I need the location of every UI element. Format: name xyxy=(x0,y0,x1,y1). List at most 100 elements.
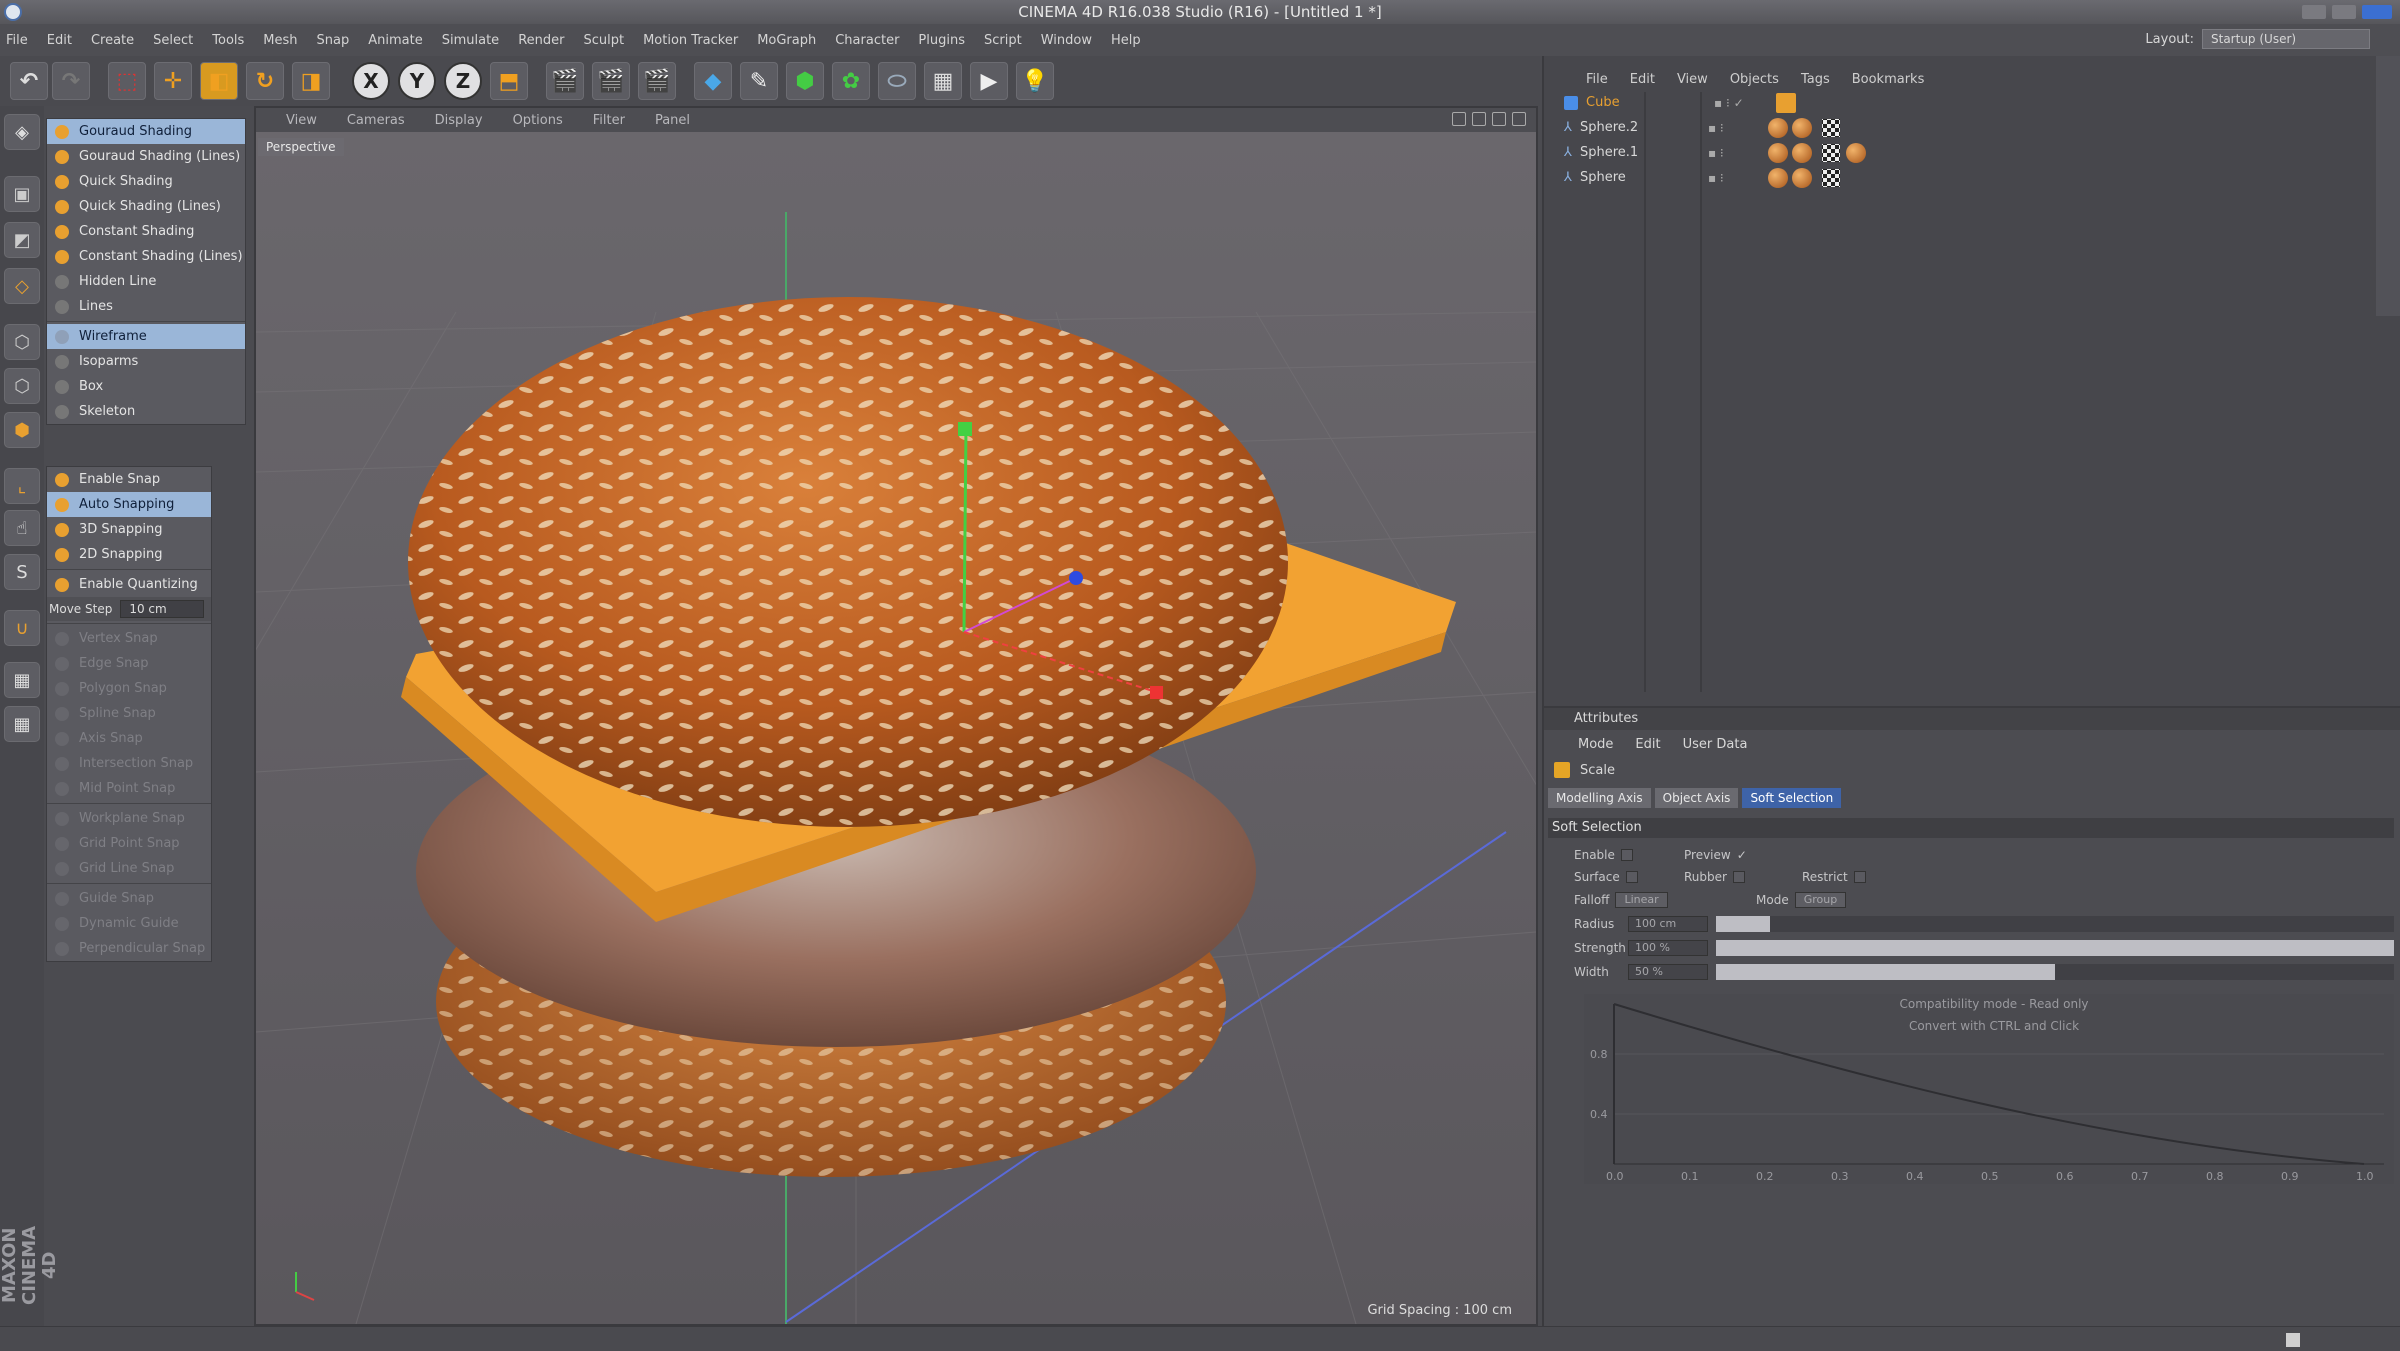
enable-axis-icon[interactable]: ⌞ xyxy=(4,468,40,504)
texture-tag-icon[interactable] xyxy=(1821,168,1840,187)
tweak-mode-icon[interactable]: ☝ xyxy=(4,510,40,546)
menu-item-3d-snapping[interactable]: 3D Snapping xyxy=(47,517,211,542)
workplane-mode-icon[interactable]: ◇ xyxy=(4,268,40,304)
menu-item-gouraud-shading-lines[interactable]: Gouraud Shading (Lines) xyxy=(47,144,245,169)
texture-mode-icon[interactable]: ◩ xyxy=(4,222,40,258)
falloff-dropdown[interactable]: Linear xyxy=(1615,892,1668,908)
material-tag-icon[interactable] xyxy=(1791,167,1812,188)
edges-mode-icon[interactable]: ⬡ xyxy=(4,368,40,404)
menu-item-box[interactable]: Box xyxy=(47,374,245,399)
object-row-sphere-1[interactable]: ⅄ Sphere.1 ▪ ⁝ xyxy=(1564,140,2390,165)
viewport-menu-view[interactable]: View xyxy=(286,113,317,128)
menu-item-spline-snap[interactable]: Spline Snap xyxy=(47,701,211,726)
restrict-checkbox[interactable] xyxy=(1853,871,1866,883)
snap-icon[interactable]: ∪ xyxy=(4,610,40,646)
menu-item-polygon-snap[interactable]: Polygon Snap xyxy=(47,676,211,701)
camera-icon[interactable]: ▶ xyxy=(970,62,1008,100)
menu-snap[interactable]: Snap xyxy=(317,33,350,48)
objmgr-menu-bookmarks[interactable]: Bookmarks xyxy=(1852,72,1925,87)
menu-item-axis-snap[interactable]: Axis Snap xyxy=(47,726,211,751)
material-tag-icon[interactable] xyxy=(1767,142,1788,163)
menu-window[interactable]: Window xyxy=(1041,33,1092,48)
menu-item-quick-shading-lines[interactable]: Quick Shading (Lines) xyxy=(47,194,245,219)
texture-tag-icon[interactable] xyxy=(1821,143,1840,162)
render-view-icon[interactable]: 🎬 xyxy=(546,62,584,100)
preview-checkbox[interactable]: ✓ xyxy=(1737,848,1747,862)
material-tag-icon[interactable] xyxy=(1791,117,1812,138)
menu-item-quick-shading[interactable]: Quick Shading xyxy=(47,169,245,194)
mograph-cloner-icon[interactable]: ✿ xyxy=(832,62,870,100)
menu-item-skeleton[interactable]: Skeleton xyxy=(47,399,245,424)
material-tag-icon[interactable] xyxy=(1791,142,1812,163)
pan-icon[interactable] xyxy=(1452,112,1466,126)
menu-create[interactable]: Create xyxy=(91,33,134,48)
menu-item-enable-snap[interactable]: Enable Snap xyxy=(47,467,211,492)
menu-render[interactable]: Render xyxy=(518,33,564,48)
rotate-tool-icon[interactable]: ↻ xyxy=(246,62,284,100)
objmgr-menu-file[interactable]: File xyxy=(1586,72,1608,87)
objmgr-menu-objects[interactable]: Objects xyxy=(1730,72,1779,87)
material-tag-icon[interactable] xyxy=(1776,92,1796,113)
surface-checkbox[interactable] xyxy=(1625,871,1638,883)
menu-item-lines[interactable]: Lines xyxy=(47,294,245,319)
scale-tool-icon[interactable]: ◧ xyxy=(200,62,238,100)
deformer-icon[interactable]: ⬭ xyxy=(878,62,916,100)
y-axis-lock-button[interactable]: Y xyxy=(398,62,436,100)
menu-item-intersection-snap[interactable]: Intersection Snap xyxy=(47,751,211,776)
object-row-cube[interactable]: Cube ▪ ⁝ ✓ xyxy=(1564,90,2390,115)
visibility-toggles[interactable]: ▪ ⁝ xyxy=(1708,121,1768,135)
menu-motion-tracker[interactable]: Motion Tracker xyxy=(643,33,738,48)
points-mode-icon[interactable]: ⬡ xyxy=(4,324,40,360)
rubber-checkbox[interactable] xyxy=(1732,871,1745,883)
menu-select[interactable]: Select xyxy=(153,33,193,48)
menu-item-dynamic-guide[interactable]: Dynamic Guide xyxy=(47,911,211,936)
objmgr-menu-edit[interactable]: Edit xyxy=(1630,72,1655,87)
viewport-menu-cameras[interactable]: Cameras xyxy=(347,113,405,128)
menu-item-grid-line-snap[interactable]: Grid Line Snap xyxy=(47,856,211,881)
polygons-mode-icon[interactable]: ⬢ xyxy=(4,412,40,448)
viewport-menu-panel[interactable]: Panel xyxy=(655,113,690,128)
menu-item-vertex-snap[interactable]: Vertex Snap xyxy=(47,626,211,651)
move-tool-icon[interactable]: ✛ xyxy=(154,62,192,100)
render-settings-icon[interactable]: 🎬 xyxy=(638,62,676,100)
menu-item-wireframe[interactable]: Wireframe xyxy=(47,324,245,349)
menu-item-enable-quantizing[interactable]: Enable Quantizing xyxy=(47,572,211,597)
floor-environment-icon[interactable]: ▦ xyxy=(924,62,962,100)
subdivision-surface-icon[interactable]: ⬢ xyxy=(786,62,824,100)
viewport-scene[interactable] xyxy=(256,132,1536,1324)
perspective-viewport[interactable]: View Cameras Display Options Filter Pane… xyxy=(254,106,1538,1326)
render-picture-viewer-icon[interactable]: 🎬 xyxy=(592,62,630,100)
model-mode-icon[interactable]: ▣ xyxy=(4,176,40,212)
menu-item-gouraud-shading[interactable]: Gouraud Shading xyxy=(47,119,245,144)
visibility-toggles[interactable]: ▪ ⁝ xyxy=(1708,146,1768,160)
menu-mesh[interactable]: Mesh xyxy=(263,33,297,48)
object-row-sphere[interactable]: ⅄ Sphere ▪ ⁝ xyxy=(1564,165,2390,190)
menu-script[interactable]: Script xyxy=(984,33,1022,48)
menu-mograph[interactable]: MoGraph xyxy=(757,33,816,48)
menu-item-hidden-line[interactable]: Hidden Line xyxy=(47,269,245,294)
radius-input[interactable]: 100 cm xyxy=(1628,916,1708,932)
material-tag-icon[interactable] xyxy=(1845,142,1866,163)
menu-file[interactable]: File xyxy=(6,33,28,48)
strength-input[interactable]: 100 % xyxy=(1628,940,1708,956)
cube-primitive-icon[interactable]: ◆ xyxy=(694,62,732,100)
menu-tools[interactable]: Tools xyxy=(212,33,244,48)
undo-icon[interactable]: ↶ xyxy=(10,62,48,100)
pen-spline-icon[interactable]: ✎ xyxy=(740,62,778,100)
attr-menu-mode[interactable]: Mode xyxy=(1578,737,1613,752)
mode-dropdown[interactable]: Group xyxy=(1794,892,1847,908)
camera-label[interactable]: Perspective xyxy=(258,138,344,156)
menu-item-mid-point-snap[interactable]: Mid Point Snap xyxy=(47,776,211,801)
menu-help[interactable]: Help xyxy=(1111,33,1141,48)
attr-menu-edit[interactable]: Edit xyxy=(1635,737,1660,752)
width-slider[interactable] xyxy=(1716,964,2394,980)
visibility-toggles[interactable]: ▪ ⁝ xyxy=(1708,171,1768,185)
tab-soft-selection[interactable]: Soft Selection xyxy=(1742,788,1842,808)
menu-item-auto-snapping[interactable]: Auto Snapping xyxy=(47,492,211,517)
attr-menu-user-data[interactable]: User Data xyxy=(1683,737,1748,752)
workplane-lock-icon[interactable]: ▦ xyxy=(4,662,40,698)
maximize-view-icon[interactable] xyxy=(1512,112,1526,126)
menu-character[interactable]: Character xyxy=(835,33,899,48)
menu-edit[interactable]: Edit xyxy=(47,33,72,48)
menu-item-guide-snap[interactable]: Guide Snap xyxy=(47,886,211,911)
